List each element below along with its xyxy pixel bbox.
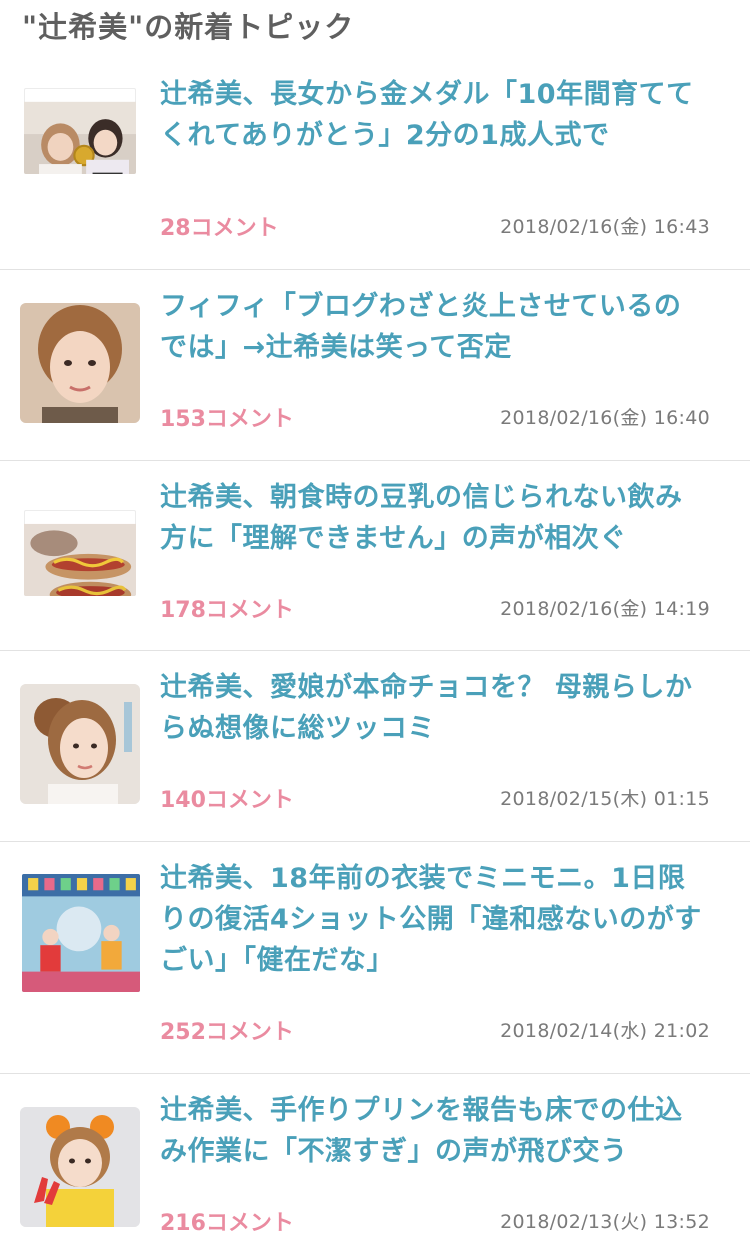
topic-title-link[interactable]: 辻希美、愛娘が本命チョコを？ 母親らしからぬ想像に総ツッコミ xyxy=(160,667,706,749)
topic-date: 2018/02/13(火) 13:52 xyxy=(500,1211,710,1233)
topic-title-link[interactable]: フィフィ「ブログわざと炎上させているのでは」→辻希美は笑って否定 xyxy=(160,286,706,368)
comment-count[interactable]: 178コメント xyxy=(160,592,294,624)
topic-date: 2018/02/16(金) 16:43 xyxy=(500,216,710,238)
photo-woman-ponytail-image xyxy=(20,684,140,804)
topic-item[interactable]: 辻希美、18年前の衣装でミニモニ。1日限りの復活4ショット公開「違和感ないのがす… xyxy=(0,842,750,1074)
topic-date: 2018/02/16(金) 14:19 xyxy=(500,598,710,620)
topic-thumbnail[interactable] xyxy=(20,1107,140,1227)
comment-count[interactable]: 216コメント xyxy=(160,1205,294,1237)
topic-item[interactable]: フィフィ「ブログわざと炎上させているのでは」→辻希美は笑って否定 153コメント… xyxy=(0,270,750,461)
comment-count[interactable]: 28コメント xyxy=(160,210,279,242)
topic-thumbnail[interactable] xyxy=(20,684,140,804)
topic-meta: 28コメント 2018/02/16(金) 16:43 xyxy=(160,210,710,242)
topic-meta: 216コメント 2018/02/13(火) 13:52 xyxy=(160,1205,710,1237)
topic-item[interactable]: 辻希美、朝食時の豆乳の信じられない飲み方に「理解できません」の声が相次ぐ 178… xyxy=(0,461,750,651)
topic-item[interactable]: 辻希美、手作りプリンを報告も床での仕込み作業に「不潔すぎ」の声が飛び交う 216… xyxy=(0,1074,750,1252)
topic-meta: 178コメント 2018/02/16(金) 14:19 xyxy=(160,592,710,624)
topic-date: 2018/02/14(水) 21:02 xyxy=(500,1020,710,1042)
topic-date: 2018/02/15(木) 01:15 xyxy=(500,788,710,810)
topic-title-link[interactable]: 辻希美、長女から金メダル「10年間育ててくれてありがとう」2分の1成人式で xyxy=(160,74,706,156)
topic-thumbnail[interactable] xyxy=(24,88,136,174)
comment-count[interactable]: 252コメント xyxy=(160,1014,294,1046)
topic-thumbnail[interactable] xyxy=(20,303,140,423)
topic-meta: 140コメント 2018/02/15(木) 01:15 xyxy=(160,782,710,814)
topic-list: 辻希美、長女から金メダル「10年間育ててくれてありがとう」2分の1成人式で 28… xyxy=(0,58,750,1252)
topic-meta: 153コメント 2018/02/16(金) 16:40 xyxy=(160,401,710,433)
topic-item[interactable]: 辻希美、長女から金メダル「10年間育ててくれてありがとう」2分の1成人式で 28… xyxy=(0,58,750,270)
photo-stage-costumes-image xyxy=(22,874,140,992)
photo-two-people-gold-medal-image xyxy=(24,101,136,174)
topic-thumbnail[interactable] xyxy=(24,510,136,596)
topic-date: 2018/02/16(金) 16:40 xyxy=(500,407,710,429)
topic-thumbnail[interactable] xyxy=(22,874,140,992)
photo-costume-peace-sign-image xyxy=(20,1107,140,1227)
topic-title-link[interactable]: 辻希美、朝食時の豆乳の信じられない飲み方に「理解できません」の声が相次ぐ xyxy=(160,477,706,559)
comment-count[interactable]: 140コメント xyxy=(160,782,294,814)
topic-title-link[interactable]: 辻希美、18年前の衣装でミニモニ。1日限りの復活4ショット公開「違和感ないのがす… xyxy=(160,858,706,981)
photo-woman-portrait-image xyxy=(20,303,140,423)
topic-item[interactable]: 辻希美、愛娘が本命チョコを？ 母親らしからぬ想像に総ツッコミ 140コメント 2… xyxy=(0,651,750,842)
topic-title-link[interactable]: 辻希美、手作りプリンを報告も床での仕込み作業に「不潔すぎ」の声が飛び交う xyxy=(160,1090,706,1172)
comment-count[interactable]: 153コメント xyxy=(160,401,294,433)
topic-meta: 252コメント 2018/02/14(水) 21:02 xyxy=(160,1014,710,1046)
section-title: "辻希美"の新着トピック xyxy=(22,10,355,44)
photo-hotdog-breakfast-image xyxy=(24,523,136,596)
